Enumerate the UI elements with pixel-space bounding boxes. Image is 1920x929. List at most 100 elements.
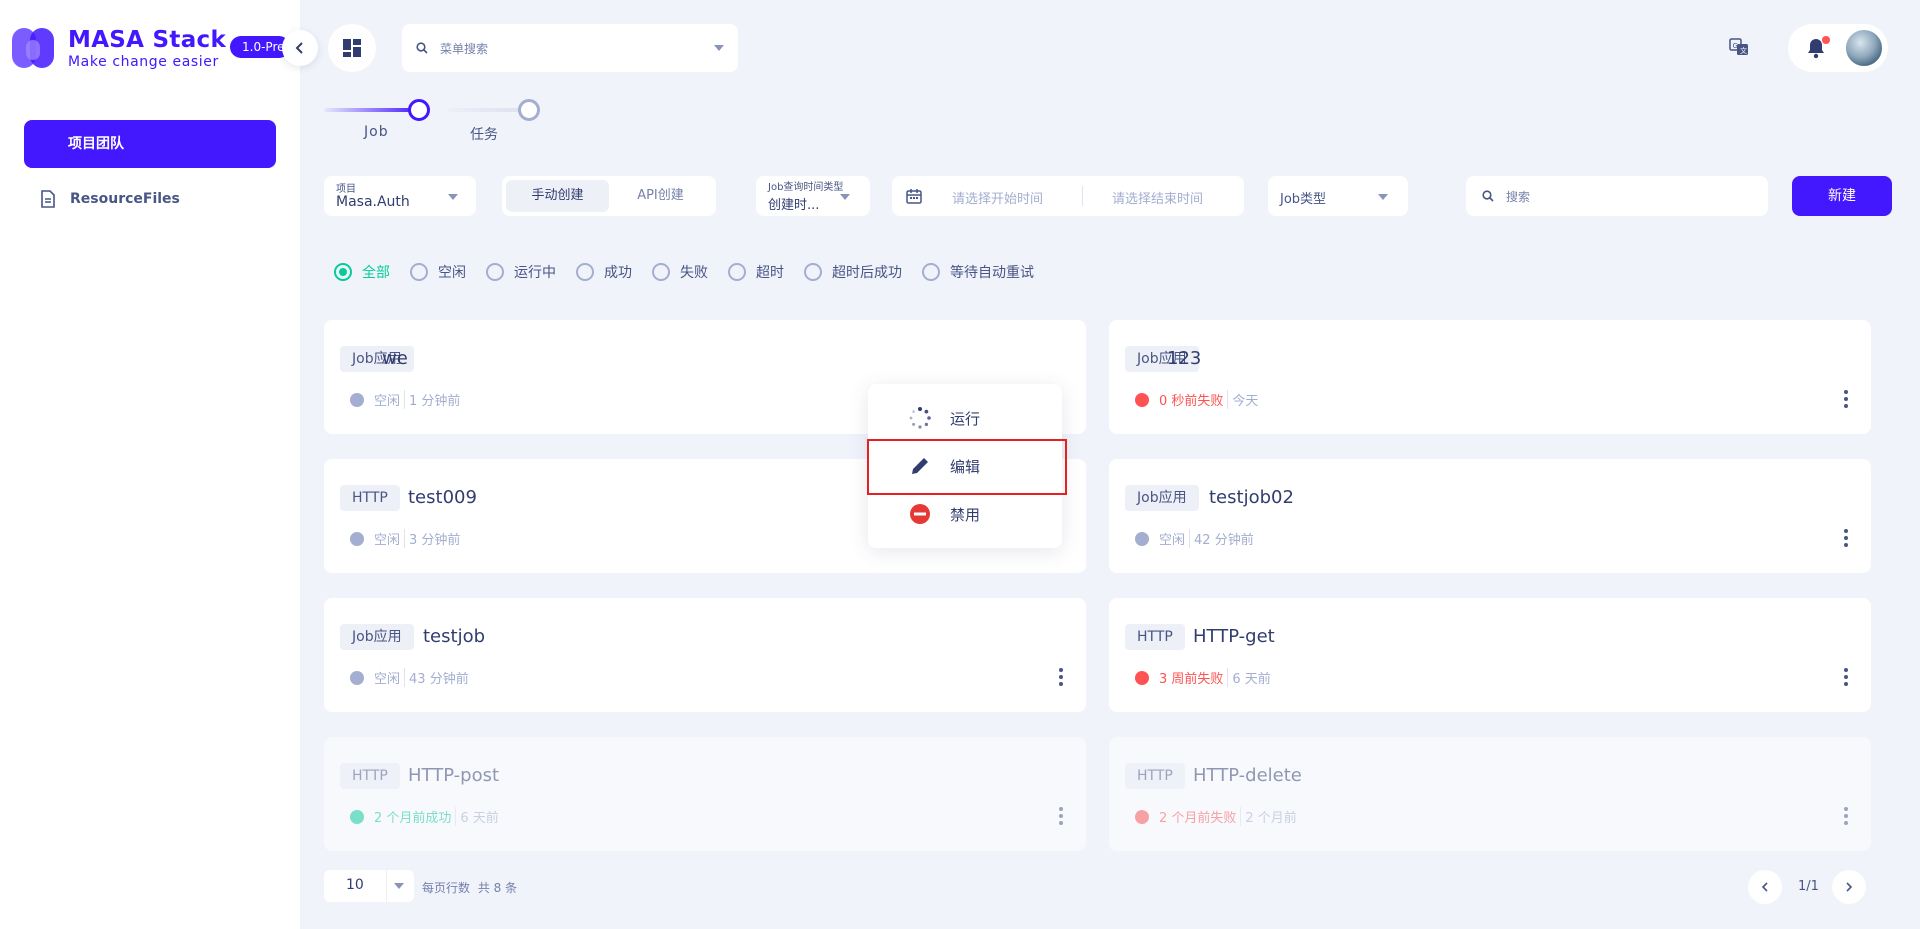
- job-card[interactable]: Job应用 123 0 秒前失败 今天: [1109, 320, 1871, 434]
- radio-circle: [410, 263, 428, 281]
- time-type-value: 创建时...: [768, 198, 820, 213]
- more-vertical-icon[interactable]: [1843, 529, 1849, 547]
- radio-circle: [334, 263, 352, 281]
- job-search-input[interactable]: 搜索: [1466, 176, 1768, 216]
- status-dot: [1135, 531, 1149, 546]
- end-time-input[interactable]: 请选择结束时间: [1112, 188, 1203, 207]
- brand-title: MASA Stack: [68, 27, 227, 53]
- step-task-dot[interactable]: [518, 99, 540, 121]
- status-filter-failed[interactable]: 失败: [652, 262, 708, 282]
- more-vertical-icon[interactable]: [1058, 668, 1064, 686]
- page-size-select[interactable]: 10: [324, 870, 414, 902]
- job-time: 3 分钟前: [404, 529, 460, 548]
- sidebar: MASA Stack Make change easier 1.0-Previe…: [0, 0, 300, 929]
- project-select[interactable]: 项目 Masa.Auth: [324, 176, 476, 216]
- radio-label: 全部: [362, 265, 390, 281]
- radio-circle: [486, 263, 504, 281]
- menu-search-input[interactable]: 菜单搜索: [402, 24, 738, 72]
- step-task-label[interactable]: 任务: [470, 124, 498, 144]
- job-name: test009: [408, 487, 477, 508]
- radio-circle: [922, 263, 940, 281]
- job-status: 2 个月前成功 6 天前: [350, 807, 499, 826]
- api-create-tab[interactable]: API创建: [609, 180, 712, 212]
- job-type-placeholder: Job类型: [1280, 192, 1327, 207]
- status-dot: [1135, 809, 1149, 824]
- search-icon: [416, 42, 428, 54]
- chevron-left-icon: [1761, 882, 1768, 892]
- manual-create-tab[interactable]: 手动创建: [506, 180, 609, 212]
- start-time-input[interactable]: 请选择开始时间: [952, 188, 1043, 207]
- calendar-icon: [906, 189, 922, 204]
- job-name: testjob: [423, 626, 486, 647]
- radio-circle: [652, 263, 670, 281]
- prev-page-button[interactable]: [1748, 870, 1782, 904]
- loading-icon: [908, 406, 932, 430]
- status-filter-timeout-success[interactable]: 超时后成功: [804, 262, 902, 282]
- status-filter-running[interactable]: 运行中: [486, 262, 556, 282]
- job-card[interactable]: HTTP HTTP-get 3 周前失败 6 天前: [1109, 598, 1871, 712]
- radio-label: 超时后成功: [832, 265, 902, 281]
- version-badge: 1.0-Preview: [230, 36, 290, 58]
- chevron-down-icon: [448, 194, 458, 200]
- menu-item-disable[interactable]: 禁用: [868, 490, 1062, 538]
- menu-item-label: 禁用: [950, 505, 981, 524]
- more-vertical-icon[interactable]: [1843, 390, 1849, 408]
- pagination-info: 每页行数 共 8 条: [422, 879, 517, 896]
- translate-button[interactable]: G 文: [1726, 34, 1752, 60]
- job-card[interactable]: Job应用 testjob 空闲 43 分钟前: [324, 598, 1086, 712]
- status-dot: [350, 670, 364, 685]
- step-connector: [324, 108, 420, 112]
- page-indicator: 1/1: [1798, 879, 1819, 894]
- radio-circle: [804, 263, 822, 281]
- radio-label: 失败: [680, 265, 708, 281]
- more-vertical-icon[interactable]: [1843, 668, 1849, 686]
- dashboard-button[interactable]: [328, 24, 376, 72]
- job-name: HTTP-post: [408, 765, 500, 786]
- step-job-label[interactable]: Job: [364, 124, 389, 140]
- job-time: 1 分钟前: [404, 390, 460, 409]
- menu-item-run[interactable]: 运行: [868, 394, 1062, 442]
- new-job-button[interactable]: 新建: [1792, 176, 1892, 216]
- job-status-text: 2 个月前失败: [1159, 811, 1237, 826]
- collapse-sidebar-button[interactable]: [282, 30, 318, 66]
- date-range-picker[interactable]: 请选择开始时间 请选择结束时间: [892, 176, 1244, 216]
- next-page-button[interactable]: [1832, 870, 1866, 904]
- sidebar-item-project-team[interactable]: 项目团队: [24, 120, 276, 168]
- status-filter-all[interactable]: 全部: [334, 262, 390, 282]
- sidebar-item-label: ResourceFiles: [70, 191, 180, 207]
- step-job-dot[interactable]: [408, 99, 430, 121]
- chevron-down-icon: [1378, 194, 1388, 200]
- step-connector: [448, 108, 520, 112]
- time-type-label: Job查询时间类型: [768, 182, 844, 193]
- avatar[interactable]: [1844, 28, 1884, 68]
- job-type-tag: HTTP: [1125, 763, 1185, 789]
- total-count: 共 8 条: [477, 881, 518, 895]
- sidebar-item-resource-files[interactable]: ResourceFiles: [40, 186, 180, 212]
- status-filter-idle[interactable]: 空闲: [410, 262, 466, 282]
- job-name: 123: [1167, 348, 1202, 369]
- stepper: Job 任务: [324, 96, 564, 146]
- status-filter-timeout[interactable]: 超时: [728, 262, 784, 282]
- menu-search-placeholder: 菜单搜索: [440, 41, 489, 56]
- brand-logo[interactable]: MASA Stack Make change easier 1.0-Previe…: [10, 22, 290, 74]
- more-vertical-icon[interactable]: [1843, 807, 1849, 825]
- chevron-left-icon: [295, 42, 303, 54]
- job-status: 空闲 3 分钟前: [350, 529, 460, 548]
- job-card[interactable]: Job应用 testjob02 空闲 42 分钟前: [1109, 459, 1871, 573]
- chevron-down-icon: [394, 883, 404, 889]
- job-card[interactable]: HTTP HTTP-post 2 个月前成功 6 天前: [324, 737, 1086, 851]
- status-filter-success[interactable]: 成功: [576, 262, 632, 282]
- dashboard-icon: [343, 39, 361, 57]
- translate-icon: G 文: [1729, 38, 1748, 55]
- radio-circle: [728, 263, 746, 281]
- more-vertical-icon[interactable]: [1058, 807, 1064, 825]
- time-type-select[interactable]: Job查询时间类型 创建时...: [756, 176, 870, 216]
- job-status: 空闲 43 分钟前: [350, 668, 469, 687]
- job-type-select[interactable]: Job类型: [1268, 176, 1408, 216]
- job-status-text: 空闲: [374, 672, 401, 687]
- job-status: 空闲 42 分钟前: [1135, 529, 1254, 548]
- status-filter-auto-retry[interactable]: 等待自动重试: [922, 262, 1034, 282]
- menu-item-label: 运行: [950, 409, 981, 428]
- job-card[interactable]: HTTP HTTP-delete 2 个月前失败 2 个月前: [1109, 737, 1871, 851]
- radio-label: 超时: [756, 265, 784, 281]
